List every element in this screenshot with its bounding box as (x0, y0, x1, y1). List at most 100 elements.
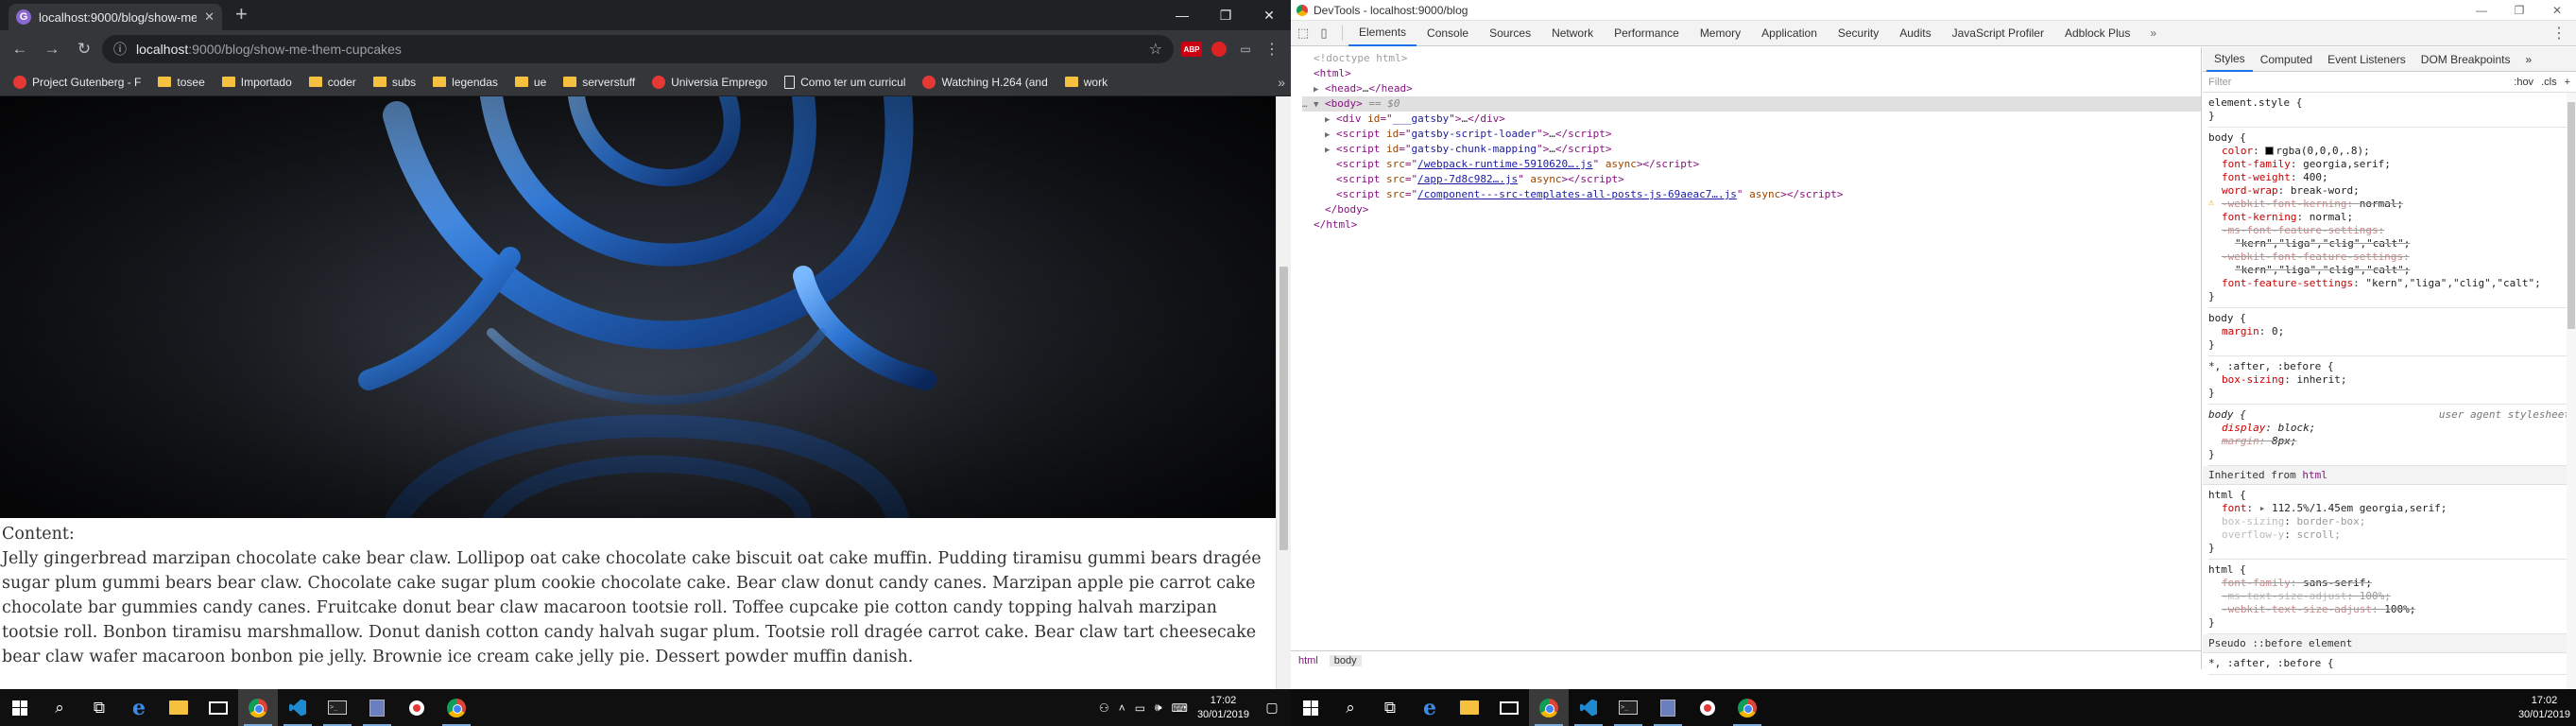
bookmark-star-icon[interactable]: ☆ (1149, 40, 1162, 59)
bookmark-item[interactable]: coder (301, 71, 364, 94)
tab-audits[interactable]: Audits (1889, 21, 1941, 46)
vscode-icon[interactable] (278, 689, 318, 726)
tab-javascript-profiler[interactable]: JavaScript Profiler (1942, 21, 2054, 46)
red-app-icon[interactable] (1688, 689, 1727, 726)
tab-styles[interactable]: Styles (2207, 47, 2253, 72)
bookmark-item[interactable]: subs (366, 71, 423, 94)
tab-sources[interactable]: Sources (1479, 21, 1541, 46)
calculator-icon[interactable] (1648, 689, 1688, 726)
styles-filter-input[interactable]: Filter (2208, 77, 2231, 88)
edge-icon[interactable]: e (119, 689, 159, 726)
breadcrumb-html[interactable]: html (1298, 655, 1318, 666)
page-scrollbar[interactable] (1276, 96, 1291, 689)
search-icon[interactable]: ⌕ (1331, 689, 1370, 726)
bookmark-item[interactable]: tosee (150, 71, 212, 94)
chrome-icon[interactable] (1529, 689, 1569, 726)
restore-button[interactable]: ❐ (2500, 0, 2538, 21)
cast-icon[interactable]: ▭ (1236, 40, 1255, 59)
collapse-triangle-icon[interactable]: ▼ (1314, 97, 1325, 112)
bookmark-item[interactable]: Como ter um curricul (777, 71, 913, 94)
rule-pseudo[interactable]: *, :after, :before { (2208, 653, 2570, 675)
close-window-button[interactable]: ✕ (1247, 0, 1291, 30)
dom-chunk-mapping[interactable]: ▶ <script id="gatsby-chunk-mapping">…</sc… (1302, 142, 2201, 157)
chrome-icon[interactable] (1727, 689, 1767, 726)
bookmark-item[interactable]: ue (507, 71, 554, 94)
start-button[interactable] (0, 689, 40, 726)
rule-body-user-agent[interactable]: body {user agent stylesheet display: blo… (2208, 405, 2570, 466)
dom-body-close[interactable]: </body> (1302, 202, 2201, 217)
script-src-link[interactable]: /app-7d8c982….js (1417, 173, 1518, 185)
mail-icon[interactable] (198, 689, 238, 726)
scrollbar-thumb[interactable] (1279, 267, 1288, 550)
rule-universal[interactable]: *, :after, :before { box-sizing: inherit… (2208, 356, 2570, 405)
dom-script-component[interactable]: <script src="/component---src-templates-… (1302, 187, 2201, 202)
edge-icon[interactable]: e (1410, 689, 1450, 726)
bookmark-item[interactable]: Watching H.264 (and (915, 71, 1055, 94)
dom-html-open[interactable]: <html> (1302, 66, 2201, 81)
dom-div-gatsby[interactable]: ▶ <div id="___gatsby">…</div> (1302, 112, 2201, 127)
dom-script-app[interactable]: <script src="/app-7d8c982….js" async></s… (1302, 172, 2201, 187)
new-tab-button[interactable]: + (235, 2, 248, 26)
bookmark-item[interactable]: work (1057, 71, 1115, 94)
volume-icon[interactable]: 🕪 (1155, 700, 1162, 715)
dom-script-webpack[interactable]: <script src="/webpack-runtime-5910620….j… (1302, 157, 2201, 172)
task-view-icon[interactable]: ⧉ (1370, 689, 1410, 726)
people-icon[interactable]: ⚇ (1099, 701, 1109, 715)
bookmark-item[interactable]: Project Gutenberg - F (6, 71, 148, 94)
expand-triangle-icon[interactable]: ▶ (1314, 82, 1325, 97)
inspect-element-icon[interactable]: ⬚ (1295, 25, 1312, 42)
bookmark-item[interactable]: Importado (215, 71, 300, 94)
scrollbar-thumb[interactable] (2567, 102, 2575, 329)
terminal-icon[interactable]: >_ (1608, 689, 1648, 726)
show-hidden-icons-icon[interactable]: ˄ (1119, 701, 1125, 715)
tab-application[interactable]: Application (1751, 21, 1828, 46)
close-window-button[interactable]: ✕ (2538, 0, 2576, 21)
bookmark-item[interactable]: legendas (425, 71, 506, 94)
dom-body-node-selected[interactable]: … ▼ <body> == $0 (1302, 96, 2201, 112)
bookmark-item[interactable]: serverstuff (556, 71, 643, 94)
minimize-button[interactable]: — (2463, 0, 2500, 21)
browser-tab[interactable]: G localhost:9000/blog/show-me-th ✕ (9, 4, 222, 30)
dom-doctype[interactable]: <!doctype html> (1302, 51, 2201, 66)
tab-computed[interactable]: Computed (2253, 47, 2320, 72)
tab-event-listeners[interactable]: Event Listeners (2320, 47, 2413, 72)
rule-element-style[interactable]: element.style { } (2208, 93, 2570, 128)
clock[interactable]: 17:02 30/01/2019 (1197, 694, 1249, 722)
red-app-icon[interactable] (397, 689, 437, 726)
script-src-link[interactable]: /component---src-templates-all-posts-js-… (1417, 188, 1737, 200)
tab-elements[interactable]: Elements (1348, 21, 1417, 46)
tab-console[interactable]: Console (1417, 21, 1479, 46)
file-explorer-icon[interactable] (159, 689, 198, 726)
reload-button[interactable]: ↻ (70, 35, 98, 63)
rule-body-main[interactable]: body { color: rgba(0,0,0,.8); font-famil… (2208, 128, 2570, 308)
expand-triangle-icon[interactable]: ▶ (1325, 112, 1336, 128)
close-tab-icon[interactable]: ✕ (204, 9, 215, 25)
dom-script-loader[interactable]: ▶ <script id="gatsby-script-loader">…</sc… (1302, 127, 2201, 142)
tab-dom-breakpoints[interactable]: DOM Breakpoints (2413, 47, 2518, 72)
chrome-icon[interactable] (437, 689, 476, 726)
tab-network[interactable]: Network (1541, 21, 1604, 46)
adblock-plus-icon[interactable]: ABP (1181, 42, 1202, 57)
hover-state-button[interactable]: :hov (2514, 77, 2533, 88)
devtools-menu-icon[interactable]: ⋮ (2542, 24, 2576, 43)
vscode-icon[interactable] (1569, 689, 1608, 726)
search-icon[interactable]: ⌕ (40, 689, 79, 726)
breadcrumb-body[interactable]: body (1329, 654, 1362, 666)
dom-html-close[interactable]: </html> (1302, 217, 2201, 233)
tab-adblock-plus[interactable]: Adblock Plus (2054, 21, 2140, 46)
expand-triangle-icon[interactable]: ▶ (1325, 128, 1336, 143)
more-panels-button[interactable]: » (2140, 26, 2166, 40)
info-icon[interactable]: ⓘ (113, 40, 127, 59)
forward-button[interactable]: → (38, 35, 66, 63)
tab-memory[interactable]: Memory (1690, 21, 1751, 46)
device-toolbar-icon[interactable]: ▯ (1315, 25, 1332, 42)
network-icon[interactable]: ▭ (1135, 701, 1145, 715)
expand-triangle-icon[interactable]: ▶ (1325, 143, 1336, 158)
mail-icon[interactable] (1489, 689, 1529, 726)
back-button[interactable]: ← (6, 35, 34, 63)
start-button[interactable] (1291, 689, 1331, 726)
calculator-icon[interactable] (357, 689, 397, 726)
minimize-button[interactable]: — (1160, 0, 1204, 30)
rule-html-normalize[interactable]: html { font-family: sans-serif; -ms-text… (2208, 560, 2570, 634)
script-src-link[interactable]: /webpack-runtime-5910620….js (1417, 158, 1592, 170)
